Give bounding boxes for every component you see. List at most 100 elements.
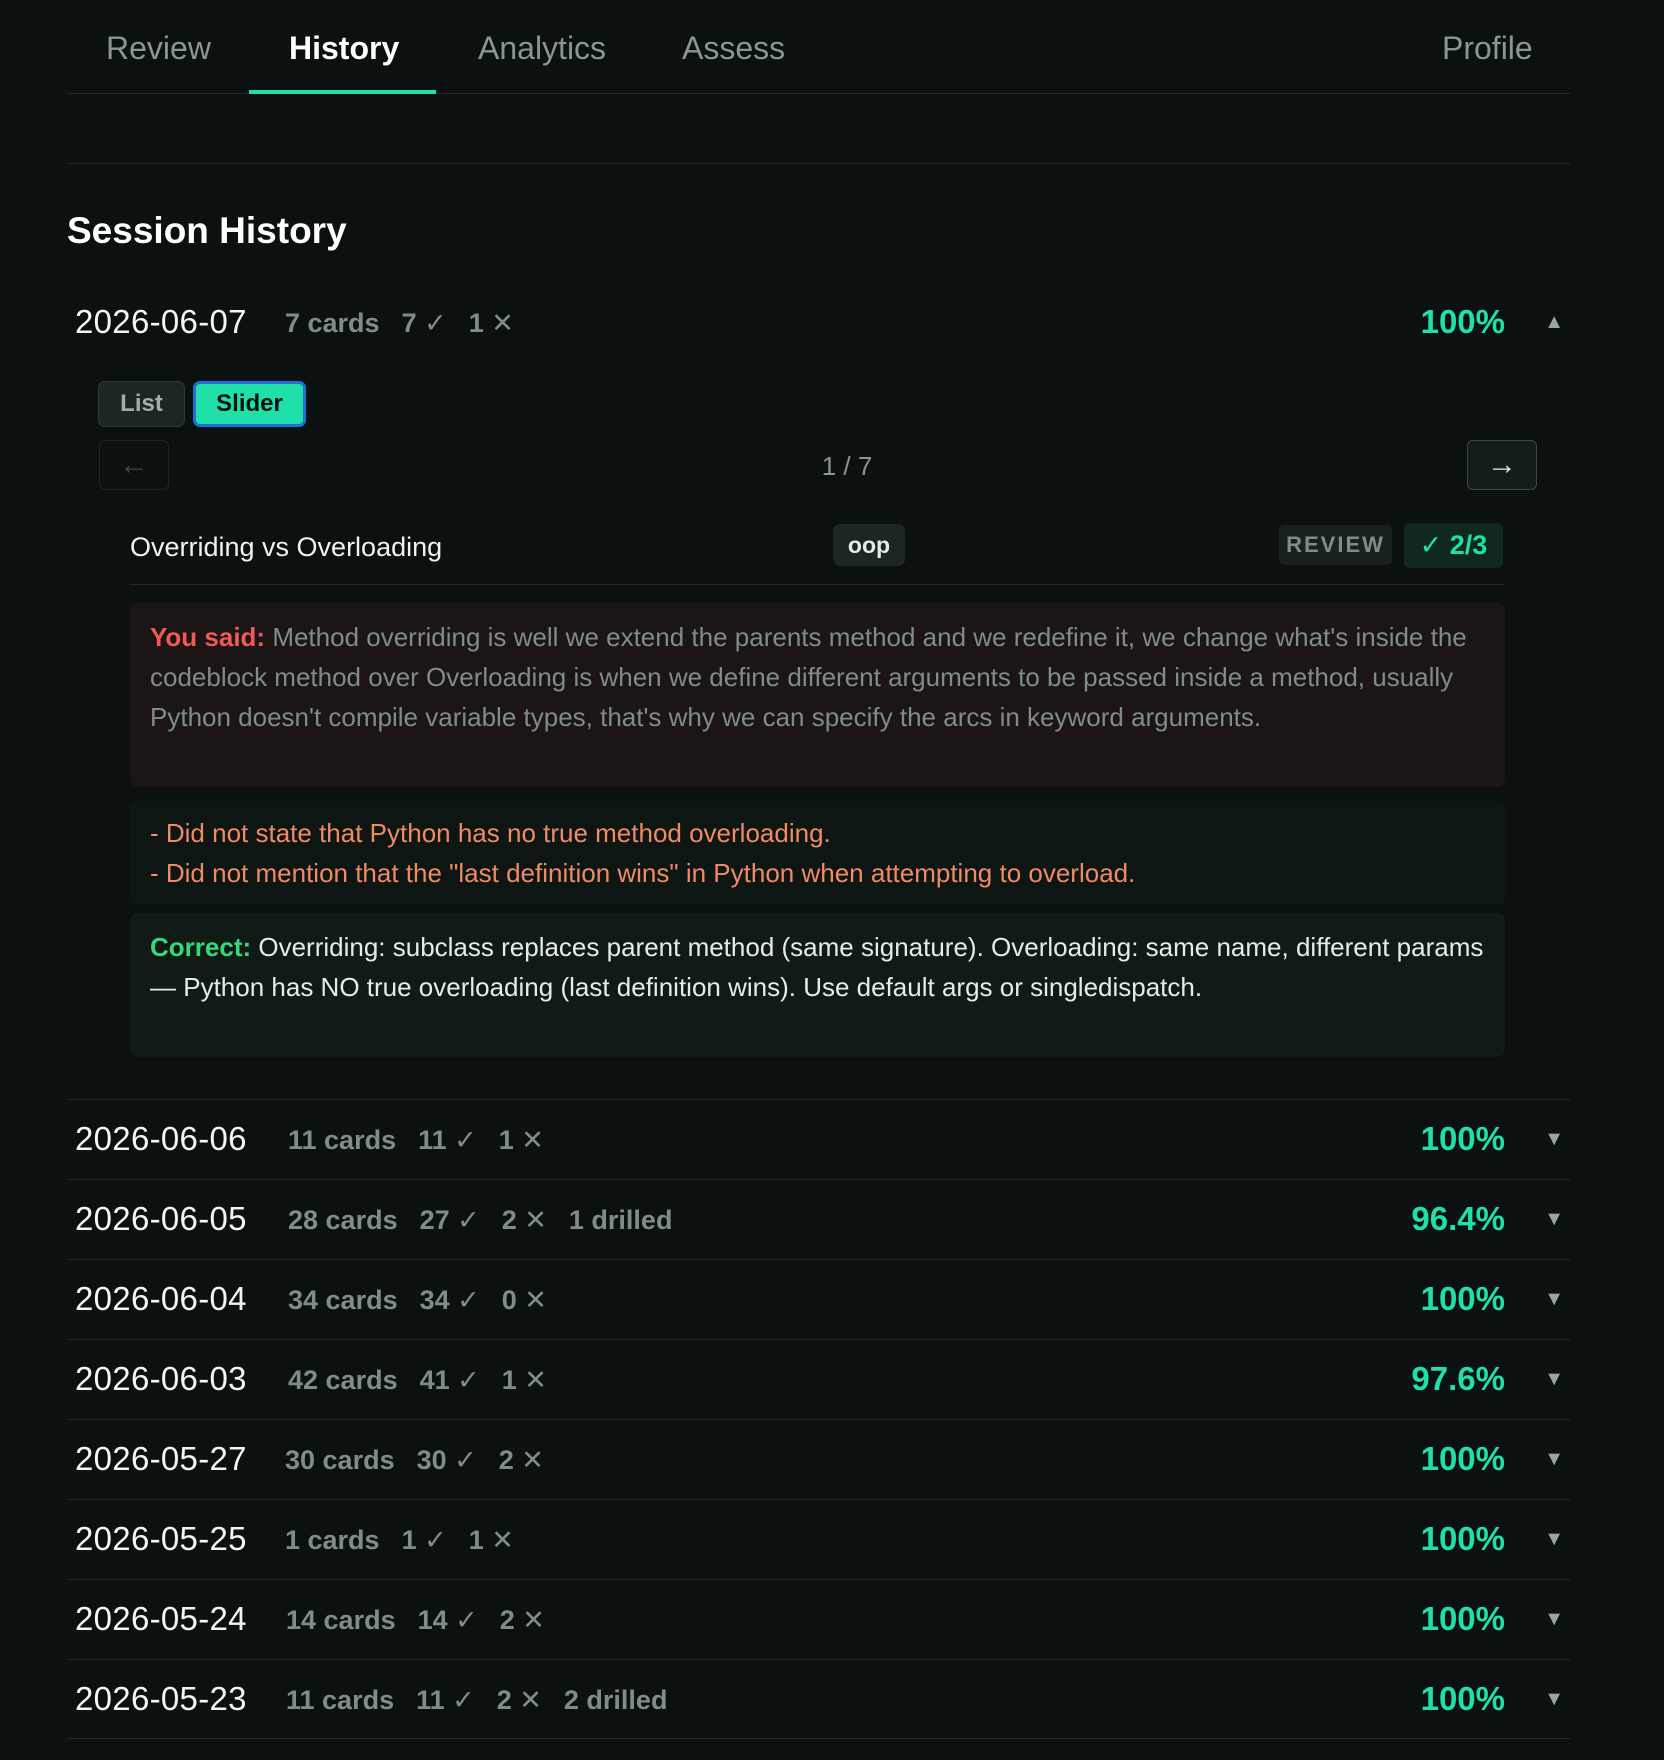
tab-analytics[interactable]: Analytics [478,30,606,67]
card-header: Overriding vs Overloading oop REVIEW ✓ 2… [130,523,1505,585]
score-badge: ✓ 2/3 [1404,523,1503,568]
session-stats: 14 cards 14 ✓ 2 ✕ [286,1605,567,1636]
session-date: 2026-06-04 [75,1280,247,1317]
session-card-count: 11 cards [288,1125,397,1155]
session-card-count: 14 cards [286,1605,396,1635]
chevron-down-icon[interactable]: ▼ [1544,1288,1564,1311]
feedback-item: - Did not state that Python has no true … [150,818,831,848]
session-row[interactable]: 2026-05-25 1 cards 1 ✓ 1 ✕ 100% ▼ [67,1499,1570,1579]
session-correct-count: 11 ✓ [418,1125,477,1155]
session-stats: 34 cards 34 ✓ 0 ✕ [288,1285,569,1316]
correct-answer-text: Overriding: subclass replaces parent met… [150,932,1484,1002]
session-percentage: 100% [1420,1120,1505,1157]
session-correct-count: 41 ✓ [419,1365,480,1395]
session-stats: 11 cards 11 ✓ 2 ✕ 2 drilled [286,1685,689,1716]
session-card-count: 1 cards [285,1525,380,1555]
session-correct-count: 34 ✓ [419,1285,480,1315]
prev-card-button[interactable]: ← [99,440,169,490]
session-stats: 28 cards 27 ✓ 2 ✕ 1 drilled [288,1205,694,1236]
session-wrong-count: 1 ✕ [498,1125,544,1155]
tab-review[interactable]: Review [106,30,211,67]
feedback-item: - Did not mention that the "last definit… [150,858,1136,888]
session-row-expanded[interactable]: 2026-06-07 7 cards 7 ✓ 1 ✕ 100% ▲ [67,283,1570,363]
chevron-down-icon[interactable]: ▼ [1544,1128,1564,1151]
session-wrong-count: 0 ✕ [501,1285,547,1315]
session-percentage: 100% [1420,1280,1505,1317]
active-tab-indicator [249,90,436,94]
session-date: 2026-06-05 [75,1200,247,1237]
session-stats: 7 cards 7 ✓ 1 ✕ [285,308,536,339]
list-view-button[interactable]: List [98,381,185,427]
tab-history[interactable]: History [289,30,399,67]
chevron-down-icon[interactable]: ▼ [1544,1208,1564,1231]
tab-assess[interactable]: Assess [682,30,785,67]
you-said-label: You said: [150,622,273,652]
session-stats: 30 cards 30 ✓ 2 ✕ [285,1445,566,1476]
correct-answer-box: Correct: Overriding: subclass replaces p… [130,913,1505,1057]
session-wrong-count: 1 ✕ [468,1525,514,1555]
session-date: 2026-05-27 [75,1440,247,1477]
session-percentage: 100% [1420,1600,1505,1637]
session-card-count: 34 cards [288,1285,398,1315]
session-stats: 42 cards 41 ✓ 1 ✕ [288,1365,569,1396]
header-divider [67,163,1570,164]
session-row[interactable]: 2026-05-24 14 cards 14 ✓ 2 ✕ 100% ▼ [67,1579,1570,1659]
session-wrong-count: 2 ✕ [496,1685,542,1715]
feedback-box: - Did not state that Python has no true … [130,801,1505,905]
session-percentage: 100% [1420,1440,1505,1477]
session-row[interactable]: 2026-05-27 30 cards 30 ✓ 2 ✕ 100% ▼ [67,1419,1570,1499]
session-percentage: 97.6% [1411,1360,1505,1397]
session-drilled-count: 1 drilled [568,1205,673,1235]
session-drilled-count: 2 drilled [563,1685,668,1715]
session-wrong-count: 1 ✕ [501,1365,547,1395]
tab-profile[interactable]: Profile [1442,30,1533,67]
session-date: 2026-06-03 [75,1360,247,1397]
session-percentage: 100% [1420,1520,1505,1557]
session-card-count: 7 cards [285,308,380,338]
chevron-down-icon[interactable]: ▼ [1544,1448,1564,1471]
session-card-count: 28 cards [288,1205,398,1235]
chevron-down-icon[interactable]: ▼ [1544,1688,1564,1711]
chevron-down-icon[interactable]: ▼ [1544,1608,1564,1631]
history-page: Review History Analytics Assess Profile … [67,0,1570,1739]
card-title: Overriding vs Overloading [130,532,443,562]
session-row[interactable]: 2026-05-23 11 cards 11 ✓ 2 ✕ 2 drilled 100%… [67,1659,1570,1739]
user-answer-text: Method overriding is well we extend the … [150,622,1467,732]
session-stats: 1 cards 1 ✓ 1 ✕ [285,1525,536,1556]
session-percentage: 100% [1420,1680,1505,1717]
chevron-up-icon[interactable]: ▲ [1544,311,1564,334]
session-wrong-count: 1 ✕ [468,308,514,338]
user-answer-box: You said: Method overriding is well we e… [130,603,1505,787]
session-correct-count: 11 ✓ [416,1685,475,1715]
next-card-button[interactable]: → [1467,440,1537,490]
topic-tag: oop [833,524,905,566]
session-date: 2026-05-24 [75,1600,247,1637]
session-row[interactable]: 2026-06-05 28 cards 27 ✓ 2 ✕ 1 drilled 96.4… [67,1179,1570,1259]
chevron-down-icon[interactable]: ▼ [1544,1368,1564,1391]
chevron-down-icon[interactable]: ▼ [1544,1528,1564,1551]
mode-badge: REVIEW [1279,525,1392,565]
slider-view-button[interactable]: Slider [193,381,306,427]
session-card-count: 42 cards [288,1365,398,1395]
session-wrong-count: 2 ✕ [501,1205,547,1235]
session-date: 2026-05-23 [75,1680,247,1717]
session-wrong-count: 2 ✕ [499,1605,545,1635]
tab-bar: Review History Analytics Assess Profile [67,0,1570,94]
session-percentage: 100% [1420,303,1505,340]
session-date: 2026-05-25 [75,1520,247,1557]
session-stats: 11 cards 11 ✓ 1 ✕ [288,1125,566,1156]
session-row[interactable]: 2026-06-03 42 cards 41 ✓ 1 ✕ 97.6% ▼ [67,1339,1570,1419]
session-row[interactable]: 2026-06-04 34 cards 34 ✓ 0 ✕ 100% ▼ [67,1259,1570,1339]
session-card-count: 11 cards [286,1685,395,1715]
session-correct-count: 30 ✓ [416,1445,477,1475]
session-correct-count: 1 ✓ [401,1525,447,1555]
card-counter: 1 / 7 [821,451,873,481]
session-date: 2026-06-07 [75,303,247,340]
session-row[interactable]: 2026-06-06 11 cards 11 ✓ 1 ✕ 100% ▼ [67,1099,1570,1179]
session-wrong-count: 2 ✕ [498,1445,544,1475]
page-title: Session History [67,210,347,251]
session-percentage: 96.4% [1411,1200,1505,1237]
session-correct-count: 14 ✓ [417,1605,478,1635]
session-date: 2026-06-06 [75,1120,247,1157]
session-correct-count: 7 ✓ [401,308,447,338]
